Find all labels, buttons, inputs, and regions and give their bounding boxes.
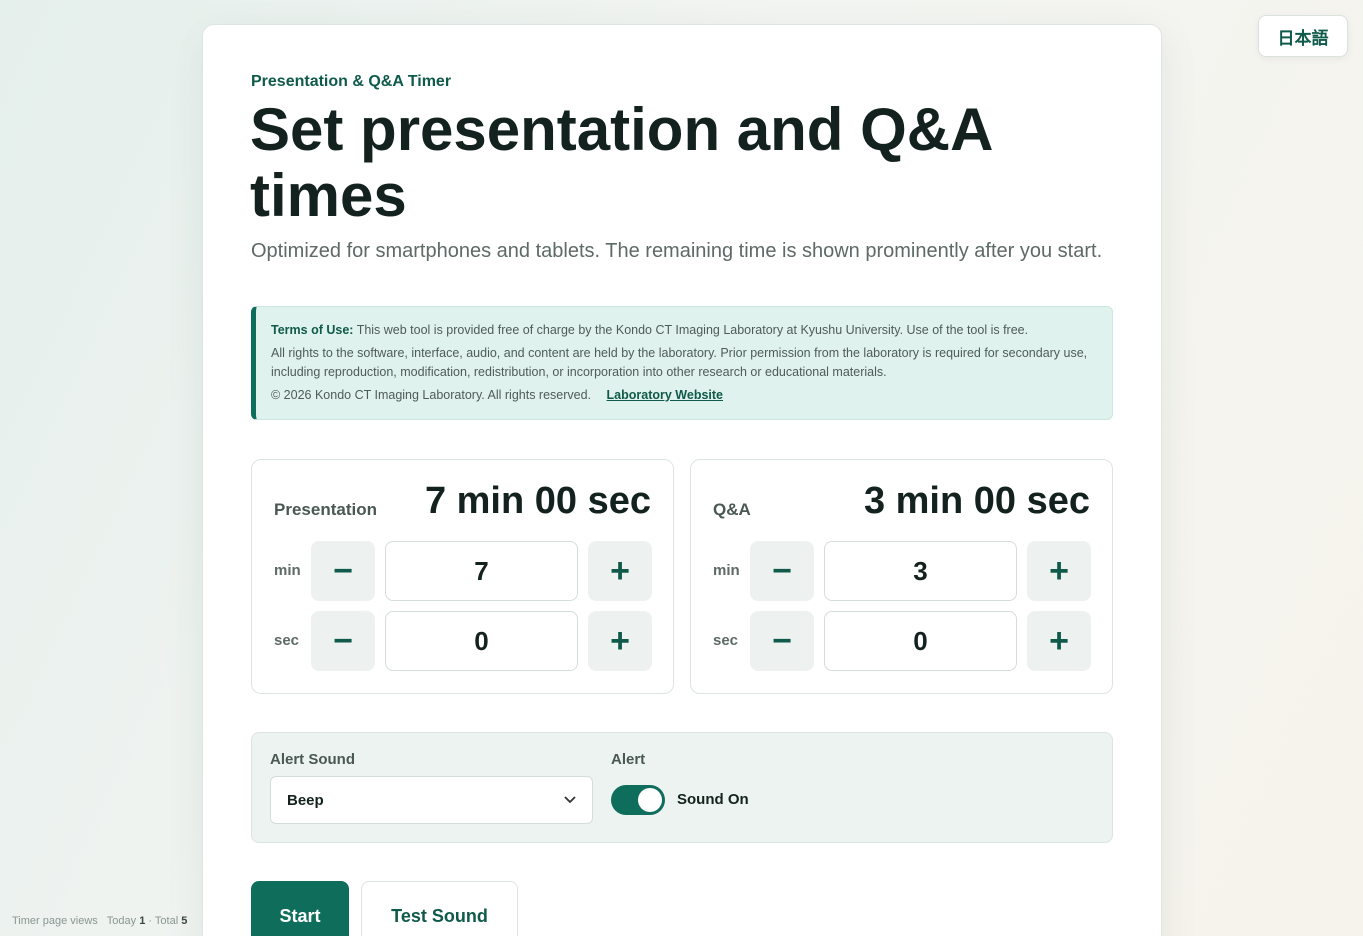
plus-icon: + [610, 621, 630, 660]
qa-time-panel: Q&A 3 min 00 sec min − + sec − + [690, 459, 1113, 694]
page-view-counter: Timer page views Today 1 · Total 5 [12, 915, 187, 927]
minus-icon: − [772, 551, 792, 590]
qa-minutes-row: min − + [713, 541, 1091, 601]
qa-minutes-increment-button[interactable]: + [1027, 541, 1091, 601]
presentation-label: Presentation [274, 500, 377, 519]
presentation-time-display: 7 min 00 sec [424, 480, 651, 522]
chevron-down-icon [564, 796, 576, 804]
qa-time-display: 3 min 00 sec [863, 480, 1090, 522]
sec-unit-label: sec [274, 632, 300, 649]
qa-seconds-input[interactable] [824, 611, 1017, 671]
plus-icon: + [1049, 551, 1069, 590]
qa-minutes-decrement-button[interactable]: − [750, 541, 814, 601]
sec-unit-label: sec [713, 632, 739, 649]
presentation-seconds-input[interactable] [385, 611, 578, 671]
test-sound-button[interactable]: Test Sound [361, 881, 518, 936]
views-total-value: 5 [181, 915, 188, 927]
presentation-minutes-row: min − + [274, 541, 652, 601]
minus-icon: − [333, 551, 353, 590]
terms-label: Terms of Use: [271, 323, 354, 337]
views-today-value: 1 [139, 915, 146, 927]
alert-sound-select[interactable]: Beep [270, 776, 593, 824]
plus-icon: + [610, 551, 630, 590]
terms-of-use-notice: Terms of Use: This web tool is provided … [251, 306, 1113, 420]
sound-toggle-label: Sound On [677, 791, 749, 808]
presentation-seconds-decrement-button[interactable]: − [311, 611, 375, 671]
toggle-knob [638, 788, 662, 812]
qa-seconds-decrement-button[interactable]: − [750, 611, 814, 671]
presentation-minutes-input[interactable] [385, 541, 578, 601]
timer-settings-card: Presentation & Q&A Timer Set presentatio… [202, 24, 1162, 936]
alert-sound-selected-value: Beep [287, 791, 324, 809]
terms-line-2: All rights to the software, interface, a… [271, 346, 1088, 379]
alert-settings-panel: Alert Sound Beep Alert Sound On [251, 732, 1113, 843]
alert-label: Alert [611, 751, 646, 768]
page-subtitle: Optimized for smartphones and tablets. T… [251, 240, 1103, 262]
presentation-minutes-decrement-button[interactable]: − [311, 541, 375, 601]
presentation-minutes-increment-button[interactable]: + [588, 541, 652, 601]
language-toggle-button[interactable]: 日本語 [1258, 15, 1348, 57]
views-separator: · [148, 915, 153, 927]
qa-minutes-input[interactable] [824, 541, 1017, 601]
min-unit-label: min [713, 562, 740, 579]
presentation-seconds-row: sec − + [274, 611, 652, 671]
plus-icon: + [1049, 621, 1069, 660]
start-button[interactable]: Start [251, 881, 349, 936]
page-title: Set presentation and Q&A times [250, 96, 992, 229]
min-unit-label: min [274, 562, 301, 579]
laboratory-website-link[interactable]: Laboratory Website [607, 388, 723, 402]
app-eyebrow: Presentation & Q&A Timer [251, 73, 452, 90]
minus-icon: − [333, 621, 353, 660]
minus-icon: − [772, 621, 792, 660]
sound-toggle[interactable] [611, 785, 665, 815]
views-today-label: Today [106, 915, 137, 927]
qa-seconds-increment-button[interactable]: + [1027, 611, 1091, 671]
views-label: Timer page views [12, 915, 98, 927]
views-total-label: Total [154, 915, 179, 927]
qa-label: Q&A [713, 500, 751, 519]
presentation-seconds-increment-button[interactable]: + [588, 611, 652, 671]
copyright-text: © 2026 Kondo CT Imaging Laboratory. All … [271, 388, 592, 402]
presentation-time-panel: Presentation 7 min 00 sec min − + sec − … [251, 459, 674, 694]
alert-sound-label: Alert Sound [270, 751, 355, 768]
qa-seconds-row: sec − + [713, 611, 1091, 671]
terms-line-1: This web tool is provided free of charge… [356, 323, 1029, 337]
